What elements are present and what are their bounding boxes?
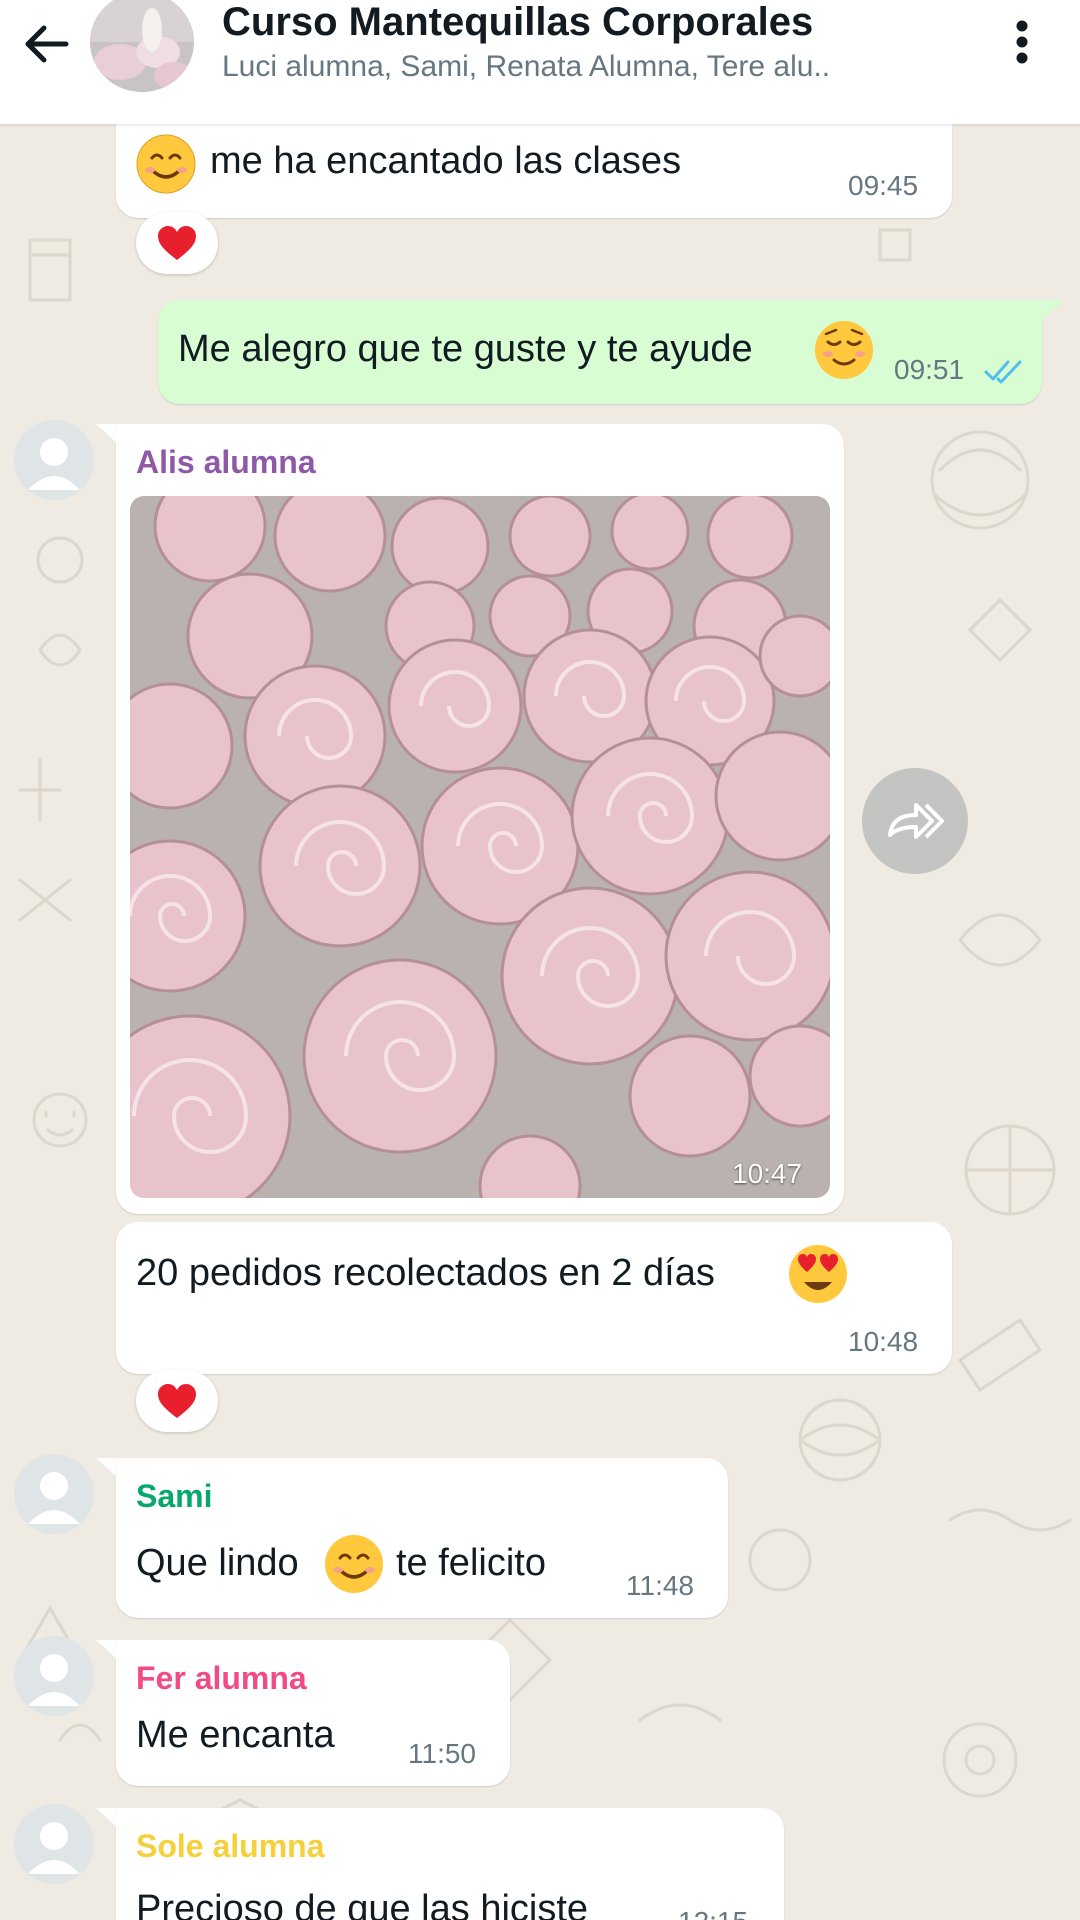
- sender-name: Sole alumna: [136, 1828, 325, 1864]
- forward-icon: [888, 803, 944, 839]
- back-arrow-icon: [25, 25, 69, 63]
- heart-icon: [158, 1384, 196, 1418]
- more-options-button[interactable]: [1000, 12, 1044, 72]
- outgoing-message-bubble[interactable]: Me alegro que te guste y te ayude 09:51: [158, 300, 1042, 404]
- message-time: 12:15: [678, 1906, 748, 1920]
- sender-avatar[interactable]: [14, 420, 94, 500]
- message-bubble[interactable]: 20 pedidos recolectados en 2 días 10:48: [116, 1222, 952, 1374]
- smiling-face-icon: [325, 1535, 383, 1593]
- message-bubble[interactable]: Fer alumna Me encanta 11:50: [116, 1640, 510, 1786]
- sender-name: Fer alumna: [136, 1660, 307, 1696]
- message-time: 11:50: [408, 1738, 476, 1769]
- shared-photo[interactable]: [130, 496, 830, 1198]
- default-avatar-icon: [14, 1636, 94, 1716]
- message-text: Me encanta: [136, 1714, 335, 1756]
- group-photo: [90, 0, 194, 92]
- sender-avatar[interactable]: [14, 1454, 94, 1534]
- heart-eyes-face-icon: [789, 1245, 847, 1303]
- reaction-badge[interactable]: [136, 212, 218, 274]
- sender-avatar[interactable]: [14, 1804, 94, 1884]
- group-members[interactable]: Luci alumna, Sami, Renata Alumna, Tere a…: [222, 50, 922, 84]
- smiling-face-icon: [136, 134, 196, 194]
- forward-button[interactable]: [862, 768, 968, 874]
- more-vert-icon: [1016, 20, 1028, 64]
- body-butter-jars-image: [130, 496, 830, 1198]
- double-check-icon: [984, 360, 1022, 384]
- sender-name: Alis alumna: [136, 444, 316, 480]
- message-bubble[interactable]: Sami Que lindo te felicito 11:48: [116, 1458, 728, 1618]
- heart-icon: [158, 226, 196, 260]
- default-avatar-icon: [14, 1804, 94, 1884]
- message-time: 10:48: [848, 1326, 919, 1357]
- back-button[interactable]: [16, 14, 76, 74]
- reaction-badge[interactable]: [136, 1370, 218, 1432]
- message-text: 20 pedidos recolectados en 2 días: [136, 1252, 715, 1294]
- message-text: Precioso de que las hiciste: [136, 1888, 589, 1920]
- bubble-tail: [1040, 300, 1064, 322]
- chat-header: Curso Mantequillas Corporales Luci alumn…: [0, 0, 1080, 124]
- message-time: 09:45: [848, 170, 919, 201]
- message-time: 09:51: [894, 354, 965, 385]
- message-text: te felicito: [396, 1542, 546, 1584]
- message-time: 11:48: [626, 1570, 694, 1601]
- group-avatar[interactable]: [90, 0, 194, 92]
- image-time: 10:47: [732, 1158, 803, 1189]
- sender-avatar[interactable]: [14, 1636, 94, 1716]
- default-avatar-icon: [14, 1454, 94, 1534]
- message-text: Que lindo: [136, 1542, 299, 1584]
- message-bubble[interactable]: Sole alumna Precioso de que las hiciste …: [116, 1808, 784, 1920]
- message-text: Me alegro que te guste y te ayude: [178, 328, 753, 370]
- sender-name: Sami: [136, 1478, 213, 1514]
- default-avatar-icon: [14, 420, 94, 500]
- relieved-face-icon: [815, 321, 873, 379]
- group-title[interactable]: Curso Mantequillas Corporales: [222, 0, 813, 45]
- message-text: me ha encantado las clases: [210, 140, 682, 182]
